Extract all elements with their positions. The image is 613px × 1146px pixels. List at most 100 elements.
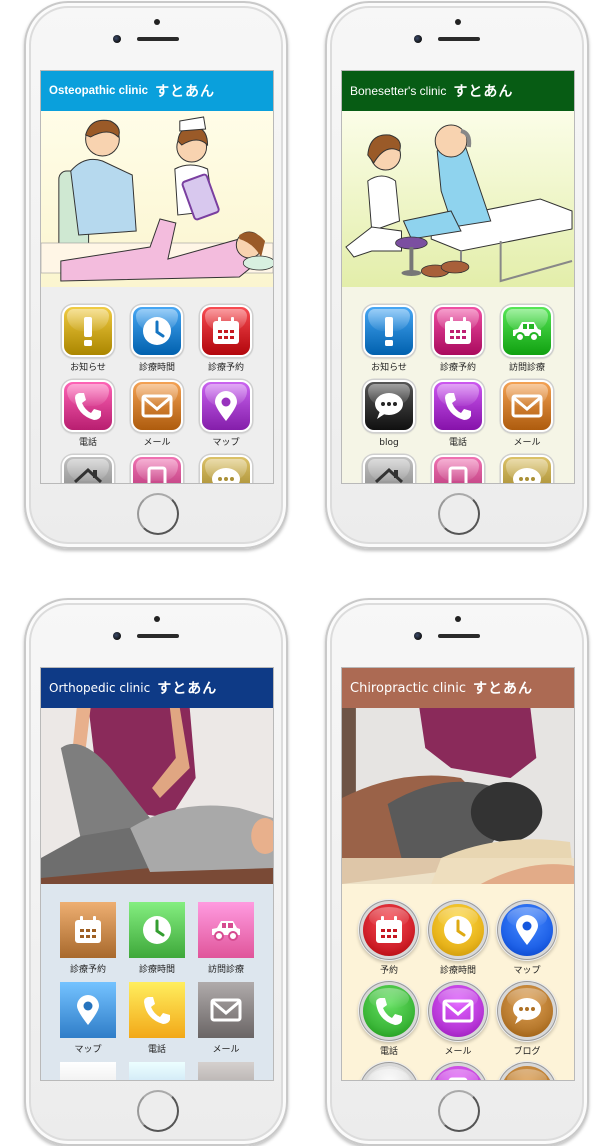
menu-item-label: マップ: [513, 966, 541, 976]
clock-icon: [140, 913, 174, 947]
menu-item-mail[interactable]: メール: [493, 380, 561, 449]
menu-icon-tile[interactable]: [198, 982, 254, 1038]
menu-item-phone[interactable]: 電話: [123, 982, 191, 1056]
sensor-dot: [455, 19, 461, 25]
menu-item-label: お知らせ: [371, 363, 407, 373]
phone-screen: Osteopathic clinic すとあん お知らせ 診療時間 診療予約 電…: [40, 70, 274, 484]
menu-icon-tile[interactable]: [363, 455, 415, 483]
menu-item-calendar[interactable]: 診療予約: [192, 305, 260, 374]
menu-icon-tile[interactable]: [432, 904, 484, 956]
menu-item-crown[interactable]: [192, 1062, 260, 1080]
menu-item-clock[interactable]: 診療時間: [123, 305, 191, 374]
menu-icon-tile[interactable]: [62, 305, 114, 357]
chat-icon: [209, 464, 243, 483]
menu-item-label: メール: [143, 438, 171, 448]
menu-item-phone[interactable]: 電話: [54, 380, 122, 449]
front-camera-icon: [414, 632, 422, 640]
calendar-icon: [441, 314, 475, 348]
menu-item-label: 診療時間: [439, 966, 476, 976]
menu-icon-tile[interactable]: [129, 902, 185, 958]
menu-icon-tile[interactable]: [60, 982, 116, 1038]
menu-item-home[interactable]: [54, 455, 122, 483]
menu-icon-tile[interactable]: [501, 985, 553, 1037]
menu-item-calendar[interactable]: 診療予約: [424, 305, 492, 374]
menu-icon-tile[interactable]: [363, 380, 415, 432]
home-button[interactable]: [438, 1090, 480, 1132]
menu-item-clock[interactable]: 診療時間: [424, 902, 492, 977]
menu-item-label: 診療予約: [69, 965, 106, 975]
menu-item-car[interactable]: 訪問診療: [192, 902, 260, 976]
mobile-icon: [441, 1075, 475, 1080]
menu-icon-tile[interactable]: [198, 902, 254, 958]
menu-icon-tile[interactable]: [432, 380, 484, 432]
menu-icon-tile[interactable]: [131, 305, 183, 357]
menu-item-label: マップ: [212, 438, 240, 448]
menu-icon-tile[interactable]: [501, 904, 553, 956]
menu-item-mobile[interactable]: [123, 455, 191, 483]
mail-icon: [209, 993, 243, 1027]
menu-item-label: マップ: [74, 1045, 102, 1055]
menu-icon-tile[interactable]: [129, 1062, 185, 1080]
menu-icon-tile[interactable]: [200, 455, 252, 483]
menu-item-calendar[interactable]: 予約: [355, 902, 423, 977]
menu-item-camera[interactable]: [493, 1064, 561, 1080]
menu-icon-tile[interactable]: [363, 985, 415, 1037]
menu-item-mail[interactable]: メール: [192, 982, 260, 1056]
home-button[interactable]: [438, 493, 480, 535]
menu-item-shoe[interactable]: [123, 1062, 191, 1080]
menu-icon-tile[interactable]: [501, 380, 553, 432]
menu-icon-tile[interactable]: [501, 305, 553, 357]
phone-screen: Chiropractic clinic すとあん 予約 診療時間 マップ 電話 メール ブ…: [341, 667, 575, 1081]
menu-icon-tile[interactable]: [198, 1062, 254, 1080]
mail-icon: [441, 994, 475, 1028]
menu-item-map-pin[interactable]: マップ: [493, 902, 561, 977]
menu-icon-tile[interactable]: [363, 904, 415, 956]
menu-item-map-pin[interactable]: マップ: [192, 380, 260, 449]
menu-item-chat[interactable]: [192, 455, 260, 483]
menu-icon-tile[interactable]: [501, 1066, 553, 1080]
menu-item-chat[interactable]: blog: [355, 380, 423, 449]
home-button[interactable]: [137, 493, 179, 535]
menu-grid: お知らせ 診療時間 診療予約電話 メール マップ: [41, 287, 273, 483]
menu-icon-tile[interactable]: [62, 380, 114, 432]
menu-icon-tile[interactable]: [363, 305, 415, 357]
menu-item-calendar[interactable]: 診療予約: [54, 902, 122, 976]
menu-item-chat[interactable]: [493, 455, 561, 483]
menu-icon-tile[interactable]: [129, 982, 185, 1038]
menu-item-mail[interactable]: メール: [424, 983, 492, 1058]
menu-item-mobile[interactable]: [424, 1064, 492, 1080]
menu-icon-tile[interactable]: [363, 1066, 415, 1080]
menu-item-exclamation[interactable]: お知らせ: [54, 305, 122, 374]
menu-item-label: 訪問診療: [508, 363, 545, 373]
menu-icon-tile[interactable]: [432, 455, 484, 483]
header-title-jp: すとあん: [473, 681, 534, 697]
front-camera-icon: [414, 35, 422, 43]
menu-item-clock[interactable]: 診療時間: [123, 902, 191, 976]
menu-icon-tile[interactable]: [60, 902, 116, 958]
menu-icon-tile[interactable]: [432, 985, 484, 1037]
menu-icon-tile[interactable]: [501, 455, 553, 483]
menu-icon-tile[interactable]: [432, 1066, 484, 1080]
shoe-icon: [140, 1073, 174, 1080]
menu-item-phone[interactable]: 電話: [424, 380, 492, 449]
menu-item-tag[interactable]: [54, 1062, 122, 1080]
menu-icon-tile[interactable]: [432, 305, 484, 357]
menu-item-mobile[interactable]: [424, 455, 492, 483]
menu-icon-tile[interactable]: [131, 455, 183, 483]
menu-item-exclamation[interactable]: お知らせ: [355, 305, 423, 374]
menu-item-user[interactable]: [355, 1064, 423, 1080]
chat-icon: [372, 389, 406, 423]
menu-item-mail[interactable]: メール: [123, 380, 191, 449]
menu-item-phone[interactable]: 電話: [355, 983, 423, 1058]
menu-item-home[interactable]: [355, 455, 423, 483]
menu-item-chat[interactable]: ブログ: [493, 983, 561, 1058]
home-button[interactable]: [137, 1090, 179, 1132]
menu-icon-tile[interactable]: [200, 380, 252, 432]
menu-item-car[interactable]: 訪問診療: [493, 305, 561, 374]
menu-icon-tile[interactable]: [200, 305, 252, 357]
menu-icon-tile[interactable]: [62, 455, 114, 483]
menu-item-map-pin[interactable]: マップ: [54, 982, 122, 1056]
exclamation-icon: [71, 314, 105, 348]
menu-icon-tile[interactable]: [131, 380, 183, 432]
menu-icon-tile[interactable]: [60, 1062, 116, 1080]
